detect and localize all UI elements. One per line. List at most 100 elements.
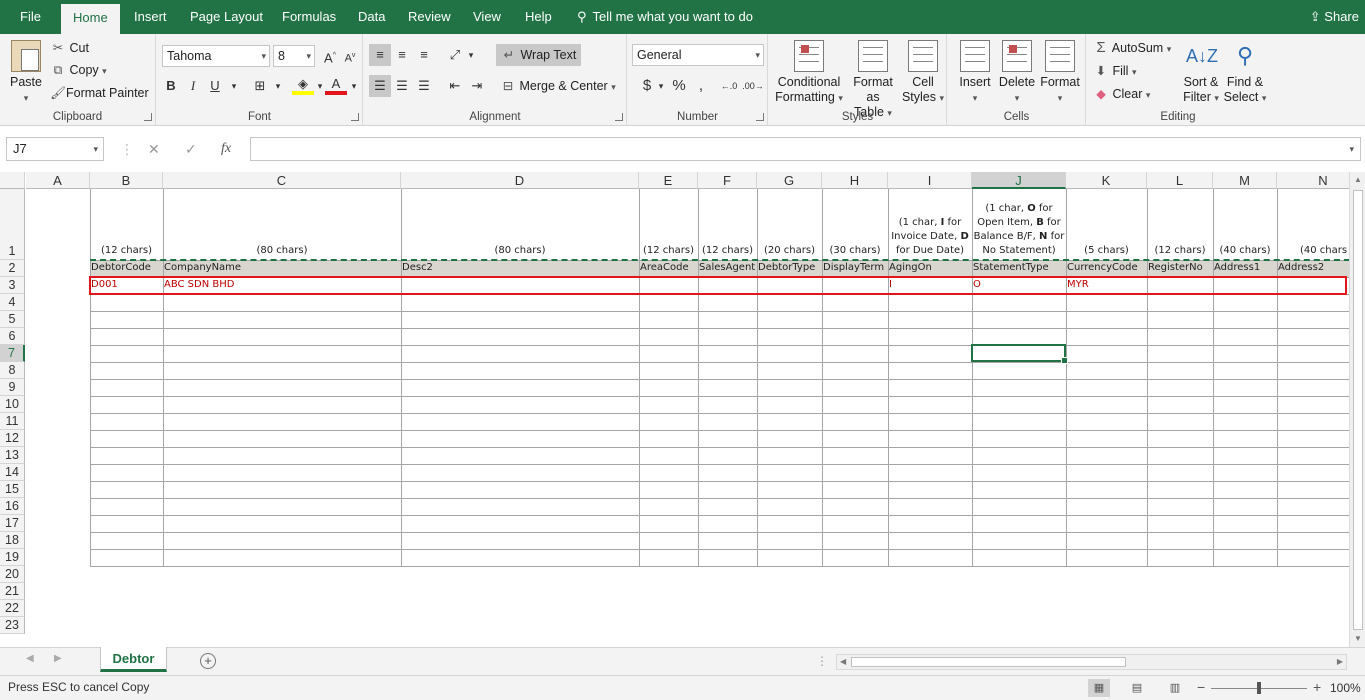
share-button[interactable]: ⇪ Share (1310, 0, 1359, 34)
italic-button[interactable]: I (182, 75, 204, 97)
row-header-1[interactable]: 1 (0, 189, 25, 260)
merge-center-button[interactable]: ⊟ Merge & Center ▾ (500, 78, 616, 93)
field-name-debtorcode[interactable]: DebtorCode (91, 262, 162, 273)
insert-cells-button[interactable]: Insert ▾ (954, 40, 996, 106)
expand-formula-bar-icon[interactable]: ▾ (1349, 144, 1354, 155)
copy-button[interactable]: ⧉ Copy ▾ (50, 63, 107, 78)
row-header-23[interactable]: 23 (0, 617, 25, 634)
align-left-icon[interactable]: ☰ (369, 75, 391, 97)
column-header-l[interactable]: L (1147, 172, 1213, 189)
field-name-statementtype[interactable]: StatementType (973, 262, 1065, 273)
dialog-launcher-icon[interactable] (351, 113, 359, 121)
font-size-select[interactable]: 8 ▾ (273, 45, 315, 67)
column-header-n[interactable]: N (1277, 172, 1349, 189)
scroll-up-icon[interactable]: ▲ (1350, 172, 1365, 188)
row-header-6[interactable]: 6 (0, 328, 25, 345)
row-header-17[interactable]: 17 (0, 515, 25, 532)
find-select-button[interactable]: ⚲ Find & Select ▾ (1223, 40, 1267, 106)
dialog-launcher-icon[interactable] (756, 113, 764, 121)
wrap-text-button[interactable]: ↵ Wrap Text (496, 44, 582, 66)
format-cells-button[interactable]: Format ▾ (1038, 40, 1082, 106)
align-center-icon[interactable]: ☰ (391, 75, 413, 97)
tab-review[interactable]: Review (406, 0, 453, 34)
field-name-registerno[interactable]: RegisterNo (1148, 262, 1212, 273)
row-header-2[interactable]: 2 (0, 260, 25, 277)
row-header-11[interactable]: 11 (0, 413, 25, 430)
align-right-icon[interactable]: ☰ (413, 75, 435, 97)
vertical-scroll-thumb[interactable] (1353, 190, 1363, 630)
formula-input[interactable]: ▾ (250, 137, 1361, 161)
next-sheet-icon[interactable]: ▶ (54, 653, 62, 664)
row-header-8[interactable]: 8 (0, 362, 25, 379)
column-header-i[interactable]: I (888, 172, 972, 189)
vertical-scrollbar[interactable]: ▲ ▼ (1349, 172, 1365, 647)
insert-function-icon[interactable]: fx (221, 137, 231, 161)
row-header-4[interactable]: 4 (0, 294, 25, 311)
align-top-icon[interactable]: ≡ (369, 44, 391, 66)
increase-decimal-icon[interactable]: ←.0 (718, 75, 740, 97)
zoom-slider-thumb[interactable] (1257, 682, 1261, 694)
chevron-down-icon[interactable]: ▾ (267, 75, 289, 97)
row-header-12[interactable]: 12 (0, 430, 25, 447)
active-cell-j7[interactable] (971, 344, 1068, 364)
tab-file[interactable]: File (18, 0, 43, 34)
tab-view[interactable]: View (471, 0, 503, 34)
comma-button[interactable]: , (690, 75, 712, 97)
tab-insert[interactable]: Insert (132, 0, 169, 34)
name-box[interactable]: J7 ▾ (6, 137, 104, 161)
row-header-16[interactable]: 16 (0, 498, 25, 515)
row-header-20[interactable]: 20 (0, 566, 25, 583)
page-layout-view-icon[interactable]: ▤ (1126, 679, 1148, 697)
field-name-desc2[interactable]: Desc2 (402, 262, 638, 273)
chevron-down-icon[interactable]: ▾ (343, 75, 365, 97)
field-name-areacode[interactable]: AreaCode (640, 262, 697, 273)
column-header-h[interactable]: H (822, 172, 888, 189)
column-header-b[interactable]: B (90, 172, 163, 189)
column-header-m[interactable]: M (1213, 172, 1277, 189)
cancel-icon[interactable]: ✕ (148, 137, 160, 161)
row-header-19[interactable]: 19 (0, 549, 25, 566)
zoom-in-icon[interactable]: + (1313, 679, 1321, 695)
column-header-a[interactable]: A (26, 172, 90, 189)
scroll-right-icon[interactable]: ▶ (1337, 655, 1343, 669)
chevron-down-icon[interactable]: ▾ (460, 44, 482, 66)
column-header-c[interactable]: C (163, 172, 401, 189)
sort-filter-button[interactable]: A↓Z Sort & Filter ▾ (1181, 40, 1221, 106)
row-header-15[interactable]: 15 (0, 481, 25, 498)
fill-button[interactable]: ⬇ Fill ▾ (1093, 63, 1137, 78)
zoom-out-icon[interactable]: − (1197, 679, 1205, 695)
decrease-indent-icon[interactable]: ⇤ (444, 75, 466, 97)
field-name-displayterm[interactable]: DisplayTerm (823, 262, 887, 273)
format-painter-button[interactable]: 🖌Format Painter (50, 86, 149, 101)
tell-me-box[interactable]: ⚲ Tell me what you want to do (577, 0, 753, 34)
tab-page-layout[interactable]: Page Layout (188, 0, 265, 34)
delete-cells-button[interactable]: Delete ▾ (996, 40, 1038, 106)
row-header-18[interactable]: 18 (0, 532, 25, 549)
field-name-agingon[interactable]: AgingOn (889, 262, 971, 273)
prev-sheet-icon[interactable]: ◀ (26, 653, 34, 664)
chevron-down-icon[interactable]: ▾ (223, 75, 245, 97)
column-header-f[interactable]: F (698, 172, 757, 189)
row-header-10[interactable]: 10 (0, 396, 25, 413)
field-name-currencycode[interactable]: CurrencyCode (1067, 262, 1146, 273)
increase-indent-icon[interactable]: ⇥ (466, 75, 488, 97)
paste-button[interactable]: Paste ▾ (6, 40, 46, 106)
scroll-down-icon[interactable]: ▼ (1350, 631, 1365, 647)
field-name-companyname[interactable]: CompanyName (164, 262, 400, 273)
scroll-left-icon[interactable]: ◀ (840, 655, 846, 669)
horizontal-scroll-thumb[interactable] (851, 657, 1126, 667)
sheet-tab-debtor[interactable]: Debtor (100, 647, 167, 672)
column-header-k[interactable]: K (1066, 172, 1147, 189)
worksheet-grid[interactable]: A B C D E F G H I J K L M N 1 2 3 4 5 6 7 8 9 10 11 12 13 14 15 16 17 1… (0, 172, 1349, 647)
row-header-21[interactable]: 21 (0, 583, 25, 600)
row-header-9[interactable]: 9 (0, 379, 25, 396)
dialog-launcher-icon[interactable] (144, 113, 152, 121)
normal-view-icon[interactable]: ▦ (1088, 679, 1110, 697)
zoom-level[interactable]: 100% (1330, 681, 1361, 695)
row-header-14[interactable]: 14 (0, 464, 25, 481)
select-all-corner[interactable] (0, 172, 25, 189)
format-as-table-button[interactable]: Format as Table ▾ (845, 40, 901, 121)
font-name-select[interactable]: Tahoma ▾ (162, 45, 270, 67)
field-name-address2[interactable]: Address2 (1278, 262, 1349, 273)
tab-help[interactable]: Help (523, 0, 554, 34)
